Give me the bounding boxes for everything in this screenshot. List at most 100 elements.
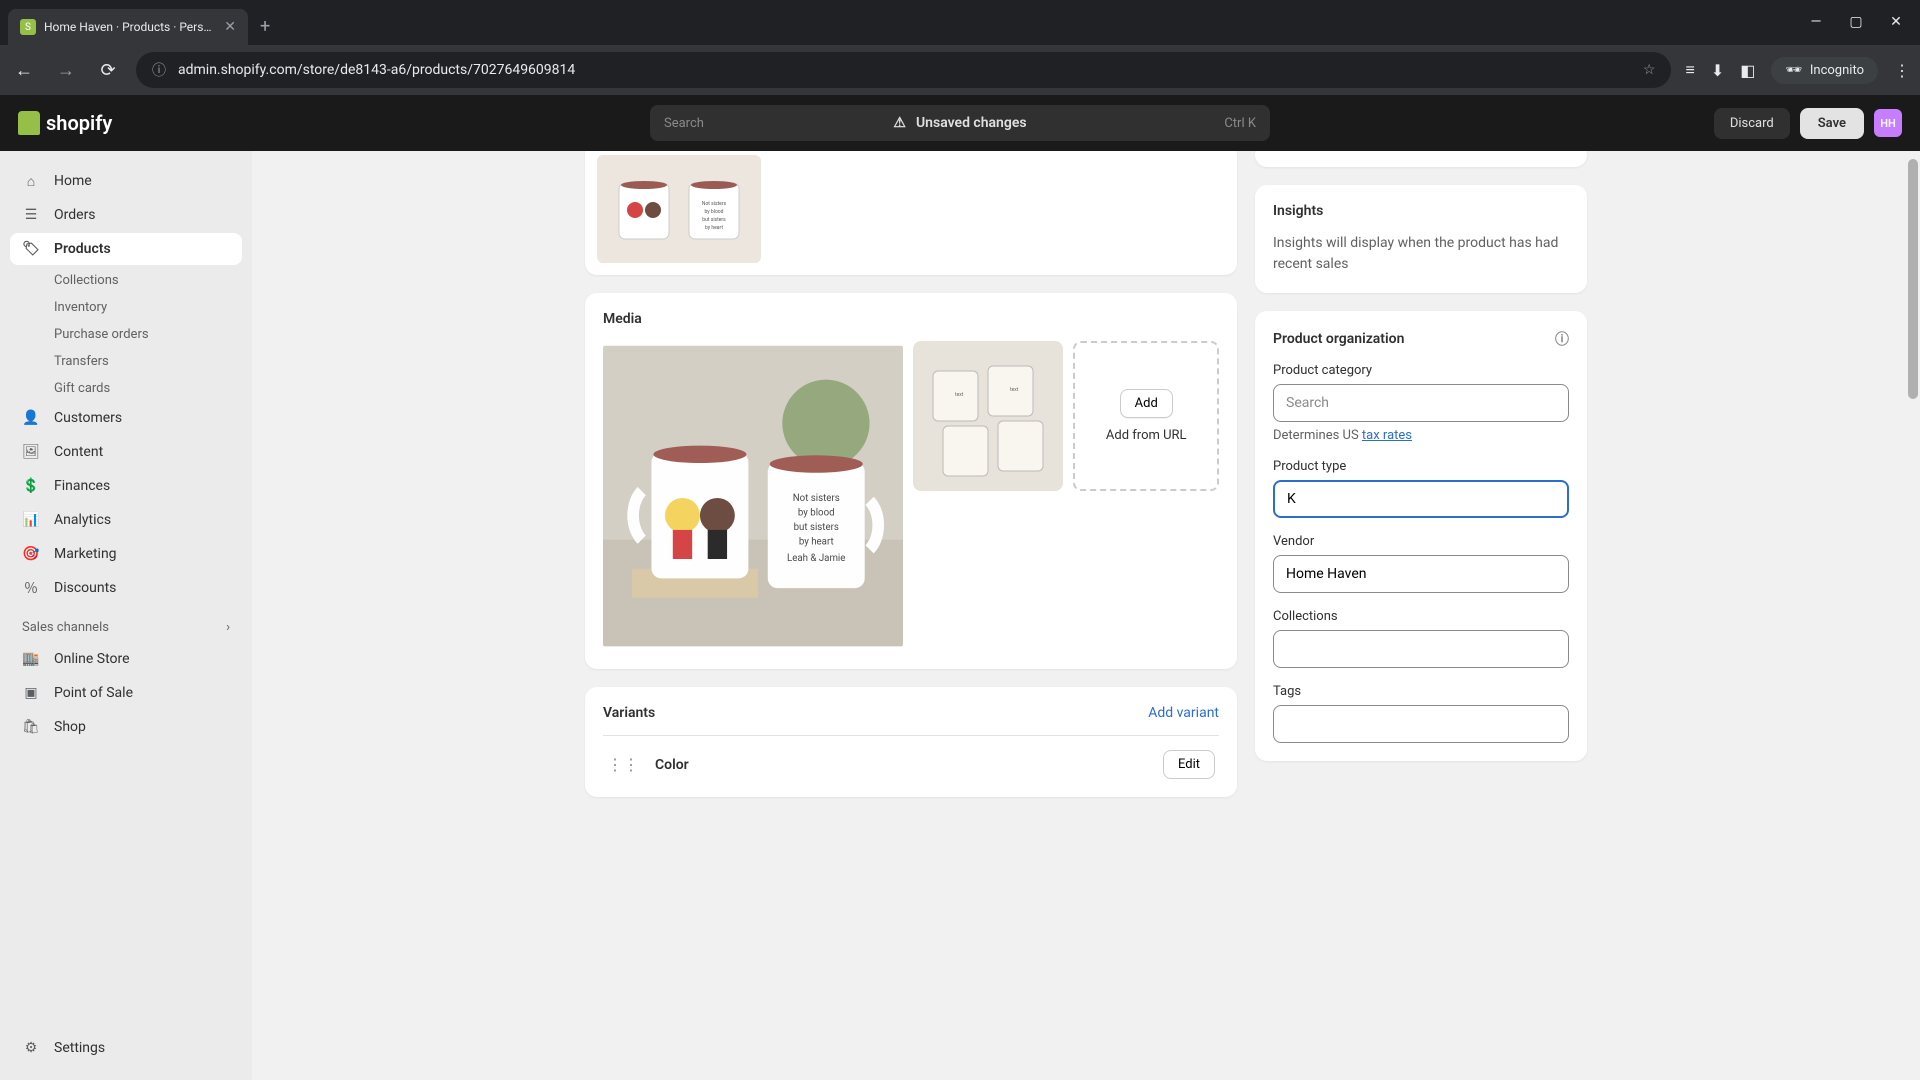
sidebar-item-finances[interactable]: 💲 Finances (10, 470, 242, 502)
svg-text:by heart: by heart (799, 536, 834, 547)
warning-icon: ⚠ (893, 115, 906, 131)
incognito-icon: 🕶 (1785, 63, 1802, 78)
sidebar-item-content[interactable]: 🖼Content (10, 436, 242, 468)
add-from-url-link[interactable]: Add from URL (1106, 428, 1187, 443)
content-icon: 🖼 (22, 443, 40, 461)
svg-text:by heart: by heart (705, 225, 723, 231)
save-button[interactable]: Save (1800, 108, 1864, 139)
customers-icon: 👤 (22, 409, 40, 427)
close-window-icon[interactable]: ✕ (1880, 8, 1912, 36)
svg-text:Not sisters: Not sisters (702, 201, 727, 207)
vendor-field: Vendor (1273, 534, 1569, 593)
window-controls: ― ▢ ✕ (1800, 0, 1920, 36)
sidebar-sub-inventory[interactable]: Inventory (10, 294, 242, 321)
description-preview-card: Not sisters by blood but sisters by hear… (585, 151, 1237, 275)
sidebar-item-products[interactable]: 🏷Products (10, 233, 242, 265)
main-column: Not sisters by blood but sisters by hear… (585, 151, 1237, 1060)
shop-icon: 🛍 (22, 718, 40, 736)
close-tab-icon[interactable]: ✕ (224, 19, 236, 35)
nav-label: Customers (54, 410, 122, 426)
pos-icon: ▣ (22, 684, 40, 702)
insights-card: Insights Insights will display when the … (1255, 185, 1587, 293)
sales-channels-header[interactable]: Sales channels › (10, 606, 242, 643)
add-variant-link[interactable]: Add variant (1148, 705, 1219, 721)
unsaved-changes-banner: ⚠ Unsaved changes (893, 115, 1026, 131)
sidebar-item-pos[interactable]: ▣Point of Sale (10, 677, 242, 709)
product-thumbnail: Not sisters by blood but sisters by hear… (597, 155, 761, 263)
tab-title: Home Haven · Products · Perso… (44, 20, 216, 34)
sidebar-sub-transfers[interactable]: Transfers (10, 348, 242, 375)
sidebar-item-marketing[interactable]: 🎯Marketing (10, 538, 242, 570)
nav-label: Discounts (54, 580, 116, 596)
nav-label: Orders (54, 207, 96, 223)
add-media-button[interactable]: Add (1120, 389, 1173, 418)
collections-input[interactable] (1273, 630, 1569, 668)
panel-icon[interactable]: ◧ (1740, 61, 1755, 80)
new-tab-button[interactable]: + (248, 8, 282, 45)
maximize-icon[interactable]: ▢ (1840, 8, 1872, 36)
nav-label: Analytics (54, 512, 111, 528)
sidebar-item-home[interactable]: ⌂Home (10, 165, 242, 197)
site-info-icon[interactable]: ⓘ (152, 60, 166, 80)
tax-rates-link[interactable]: tax rates (1362, 428, 1412, 443)
drag-handle-icon[interactable]: ⋮⋮ (607, 755, 639, 774)
category-helper: Determines US tax rates (1273, 428, 1569, 443)
scrollbar-track[interactable] (1906, 151, 1920, 1080)
url-text: admin.shopify.com/store/de8143-a6/produc… (178, 62, 1631, 78)
sidebar-sub-gift-cards[interactable]: Gift cards (10, 375, 242, 402)
sidebar-item-online-store[interactable]: 🏬Online Store (10, 643, 242, 675)
sidebar-item-analytics[interactable]: 📊Analytics (10, 504, 242, 536)
extensions-icon[interactable]: ≡ (1685, 60, 1694, 80)
store-icon: 🏬 (22, 650, 40, 668)
menu-icon[interactable]: ⋮ (1894, 61, 1910, 80)
variants-title: Variants (603, 705, 655, 721)
sidebar-sub-purchase-orders[interactable]: Purchase orders (10, 321, 242, 348)
minimize-icon[interactable]: ― (1800, 8, 1832, 36)
url-field[interactable]: ⓘ admin.shopify.com/store/de8143-a6/prod… (136, 52, 1671, 88)
vendor-input[interactable] (1273, 555, 1569, 593)
tags-label: Tags (1273, 684, 1569, 699)
svg-text:text: text (1010, 387, 1019, 393)
sidebar-item-customers[interactable]: 👤 Customers (10, 402, 242, 434)
nav-label: Settings (54, 1040, 105, 1056)
main-content: Not sisters by blood but sisters by hear… (252, 151, 1920, 1080)
media-image-secondary[interactable]: text text (913, 341, 1063, 491)
discard-button[interactable]: Discard (1714, 108, 1790, 139)
category-input[interactable] (1273, 384, 1569, 422)
insights-title: Insights (1273, 203, 1569, 219)
finances-icon: 💲 (22, 477, 40, 495)
product-type-input[interactable] (1273, 480, 1569, 518)
downloads-icon[interactable]: ⬇ (1711, 61, 1724, 80)
nav-label: Home (54, 173, 92, 189)
info-icon[interactable]: ⓘ (1555, 329, 1569, 349)
sidebar-item-settings[interactable]: ⚙ Settings (10, 1032, 242, 1064)
section-label: Sales channels (22, 620, 109, 635)
app-header: shopify Search Ctrl K ⚠ Unsaved changes … (0, 95, 1920, 151)
incognito-badge[interactable]: 🕶 Incognito (1771, 57, 1878, 84)
sidebar-item-orders[interactable]: ☰Orders (10, 199, 242, 231)
insights-text: Insights will display when the product h… (1273, 233, 1569, 275)
edit-variant-button[interactable]: Edit (1163, 750, 1215, 779)
marketing-icon: 🎯 (22, 545, 40, 563)
reload-button[interactable]: ⟳ (94, 60, 122, 81)
discounts-icon: ％ (22, 579, 40, 597)
sidebar: ⌂Home ☰Orders 🏷Products Collections Inve… (0, 151, 252, 1080)
shopify-logo[interactable]: shopify (18, 111, 112, 135)
back-button[interactable]: ← (10, 60, 38, 81)
variants-card: Variants Add variant ⋮⋮ Color Edit (585, 687, 1237, 797)
tags-input[interactable] (1273, 705, 1569, 743)
sidebar-item-discounts[interactable]: ％ Discounts (10, 572, 242, 604)
vendor-label: Vendor (1273, 534, 1569, 549)
bookmark-icon[interactable]: ☆ (1643, 62, 1656, 78)
browser-tab[interactable]: S Home Haven · Products · Perso… ✕ (8, 9, 248, 45)
product-type-label: Product type (1273, 459, 1569, 474)
forward-button[interactable]: → (52, 60, 80, 81)
helper-prefix: Determines US (1273, 428, 1362, 443)
gear-icon: ⚙ (22, 1039, 40, 1057)
nav-label: Finances (54, 478, 110, 494)
scrollbar-thumb[interactable] (1908, 159, 1918, 399)
sidebar-sub-collections[interactable]: Collections (10, 267, 242, 294)
store-avatar[interactable]: HH (1874, 109, 1902, 137)
sidebar-item-shop[interactable]: 🛍Shop (10, 711, 242, 743)
media-image-primary[interactable]: Not sisters by blood but sisters by hear… (603, 341, 903, 651)
